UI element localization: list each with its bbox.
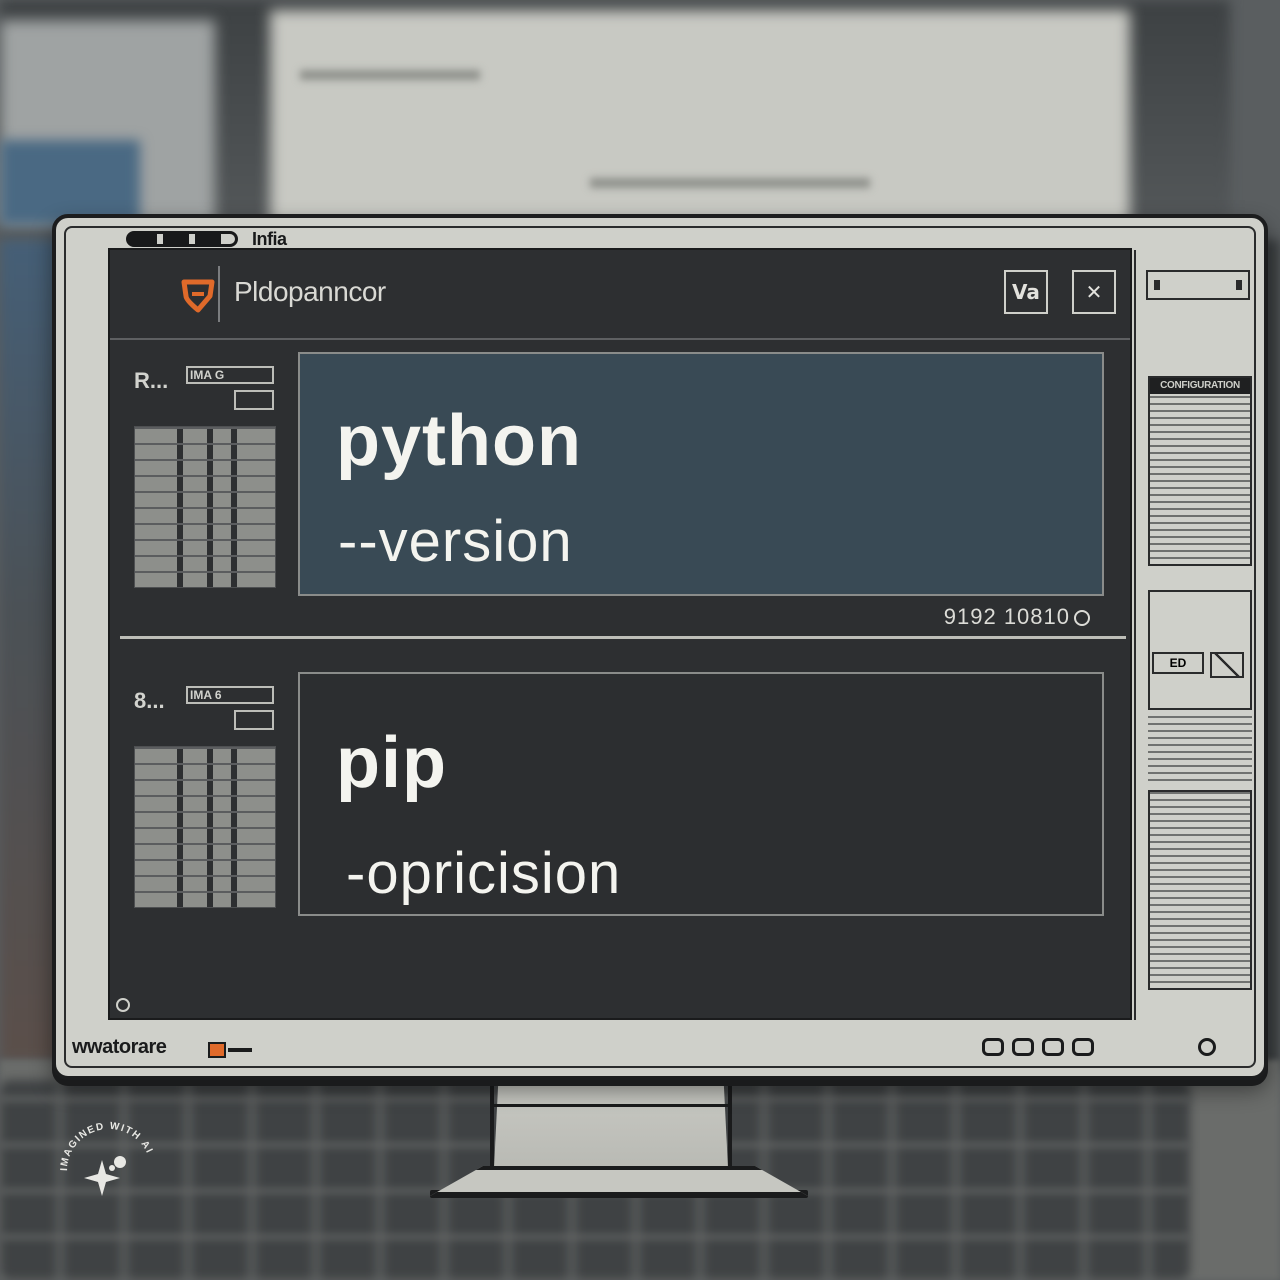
ai-watermark-icon: IMAGINED WITH AI xyxy=(59,1121,155,1196)
mini-panel-subbox xyxy=(234,710,274,730)
power-button-icon[interactable] xyxy=(1198,1038,1216,1056)
sidebar-top-bar[interactable] xyxy=(1146,270,1250,300)
right-sidebar: CONFIGURATION ED xyxy=(1134,250,1258,1020)
mini-panel-table xyxy=(134,746,276,908)
sidebar-tools-panel: ED xyxy=(1148,590,1252,710)
screen-corner-icon xyxy=(116,998,130,1012)
section-divider xyxy=(120,636,1126,639)
bezel-buttons xyxy=(982,1038,1094,1056)
command-section-pip: 8... IMA 6 pip -opricision xyxy=(120,666,1126,916)
header-divider xyxy=(218,266,220,322)
background-line xyxy=(300,70,480,80)
monitor-stand-outline xyxy=(490,1074,732,1170)
app-header: Pldopanncor Va ✕ xyxy=(110,250,1130,340)
bezel-logo-icon xyxy=(126,231,238,247)
monitor-stand-line xyxy=(494,1104,728,1107)
sparkle-icon xyxy=(84,1160,120,1196)
command-reference-text: 9192 10810 xyxy=(943,604,1070,629)
background-left xyxy=(0,240,60,1060)
command-reference: 9192 10810 xyxy=(944,604,1090,630)
bezel-top-label: Infia xyxy=(252,228,287,249)
background-line xyxy=(590,178,870,188)
command-section-python: R... IMA G python --version 9192 10810 xyxy=(120,346,1126,636)
background-screen-blue xyxy=(0,140,140,225)
bezel-bottom-label: wwatorare xyxy=(72,1036,167,1058)
sidebar-config-panel: CONFIGURATION xyxy=(1148,376,1252,566)
bezel-button-1[interactable] xyxy=(982,1038,1004,1056)
mini-panel: R... IMA G xyxy=(134,354,278,590)
command-argument: -opricision xyxy=(346,841,622,906)
mini-panel-label: R... xyxy=(134,368,169,393)
bezel-button-2[interactable] xyxy=(1012,1038,1034,1056)
watermark-text: IMAGINED WITH AI xyxy=(59,1121,155,1171)
sidebar-panel-title: CONFIGURATION xyxy=(1160,380,1240,391)
status-bar xyxy=(228,1048,252,1052)
sidebar-tag-button[interactable]: ED xyxy=(1152,652,1204,674)
header-close-button[interactable]: ✕ xyxy=(1072,270,1116,314)
mini-panel-header: IMA 6 xyxy=(186,686,274,704)
circle-icon xyxy=(1074,610,1090,627)
background-screen xyxy=(270,10,1130,225)
sidebar-tools-row: ED xyxy=(1152,652,1244,678)
mini-panel-table xyxy=(134,426,276,588)
sidebar-text-block xyxy=(1148,790,1252,990)
command-text: pip xyxy=(336,723,447,803)
shield-logo-icon xyxy=(181,279,215,313)
bezel-status-indicator xyxy=(208,1042,252,1058)
mini-panel-subbox xyxy=(234,390,274,410)
sidebar-expand-icon[interactable] xyxy=(1210,652,1244,678)
sidebar-text-lines xyxy=(1148,716,1252,786)
mini-panel: 8... IMA 6 xyxy=(134,674,278,910)
bezel-button-3[interactable] xyxy=(1042,1038,1064,1056)
app-title: Pldopanncor xyxy=(234,276,386,307)
header-va-button[interactable]: Va xyxy=(1004,270,1048,314)
mini-panel-label: 8... xyxy=(134,688,165,713)
app-screen: Pldopanncor Va ✕ R... IMA G python --ver… xyxy=(108,248,1132,1020)
command-box-pip[interactable]: pip -opricision xyxy=(298,672,1104,916)
command-argument: --version xyxy=(338,509,573,574)
status-light-icon xyxy=(208,1042,226,1058)
command-text: python xyxy=(336,401,582,481)
monitor-stand-base xyxy=(430,1166,808,1196)
command-box-python[interactable]: python --version xyxy=(298,352,1104,596)
mini-panel-header: IMA G xyxy=(186,366,274,384)
bezel-button-4[interactable] xyxy=(1072,1038,1094,1056)
